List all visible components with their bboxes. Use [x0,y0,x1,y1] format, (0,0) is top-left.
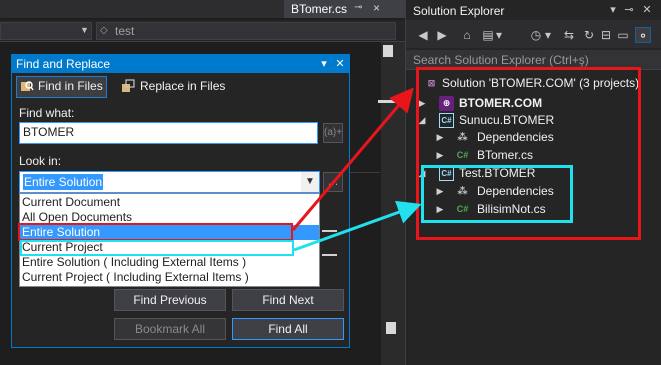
find-previous-button[interactable]: Find Previous [114,289,226,311]
look-in-value: Entire Solution [23,174,104,190]
bookmark-all-button[interactable]: Bookmark All [114,318,226,340]
sync-icon[interactable]: ⇆ [561,27,577,43]
look-in-option[interactable]: Entire Solution ( Including External Ite… [20,255,319,270]
document-tab-title: BTomer.cs [291,2,348,16]
find-what-value: BTOMER [23,125,75,139]
scrollbar-marker [383,45,393,57]
pending-changes-icon[interactable]: ◷ [528,27,544,43]
browse-button[interactable]: … [323,172,343,192]
properties-icon[interactable]: ⚬ [635,27,651,43]
chevron-down-icon[interactable]: ▾ [494,27,504,43]
chevron-down-icon[interactable]: ▾ [543,27,553,43]
show-all-files-icon[interactable]: ▭ [615,27,631,43]
collapse-all-icon[interactable]: ⊟ [598,27,614,43]
pin-icon[interactable]: ⊸ [622,3,636,17]
home-icon[interactable]: ⌂ [459,27,475,43]
dropdown-icon[interactable]: ▾ [318,57,330,71]
close-icon[interactable]: × [373,1,385,15]
find-all-button[interactable]: Find All [232,318,344,340]
option-separator [322,254,337,256]
dropdown-icon[interactable]: ▾ [606,3,620,17]
back-icon[interactable]: ◀ [415,27,431,43]
look-in-option[interactable]: Current Document [20,195,319,210]
search-placeholder: Search Solution Explorer (Ctrl+ş) [413,53,589,67]
editor-divider [350,172,380,173]
tab-find-in-files-label: Find in Files [38,79,103,93]
chevron-down-icon[interactable]: ▼ [301,172,319,192]
annotation-highlight-red [18,223,293,241]
close-icon[interactable]: ✕ [334,57,346,71]
find-in-files-icon [21,81,34,91]
annotation-highlight-cyan [20,240,294,256]
tab-replace-in-files-label: Replace in Files [140,79,226,93]
class-icon: ◇ [100,25,108,36]
type-combo[interactable] [96,22,396,40]
find-next-button[interactable]: Find Next [232,289,344,311]
replace-in-files-icon [122,79,135,92]
find-what-label: Find what: [19,106,75,120]
dialog-title: Find and Replace [16,57,111,71]
editor-scrollbar[interactable] [381,42,405,365]
annotation-highlight-cyan [421,165,573,223]
type-combo-value: test [115,24,135,38]
close-icon[interactable]: ✕ [640,3,654,17]
scrollbar-marker [378,100,405,103]
scrollbar-marker [386,322,396,334]
regex-button[interactable]: (a)+ [323,123,343,143]
look-in-option[interactable]: Current Project ( Including External Ite… [20,270,319,285]
solution-explorer-title: Solution Explorer [413,4,505,18]
pin-icon[interactable]: ⊸ [354,2,366,14]
chevron-down-icon: ▼ [80,25,89,35]
project-combo[interactable] [0,22,92,40]
forward-icon[interactable]: ▶ [434,27,450,43]
option-separator [322,230,337,232]
look-in-label: Look in: [19,154,62,168]
refresh-icon[interactable]: ↻ [581,27,597,43]
